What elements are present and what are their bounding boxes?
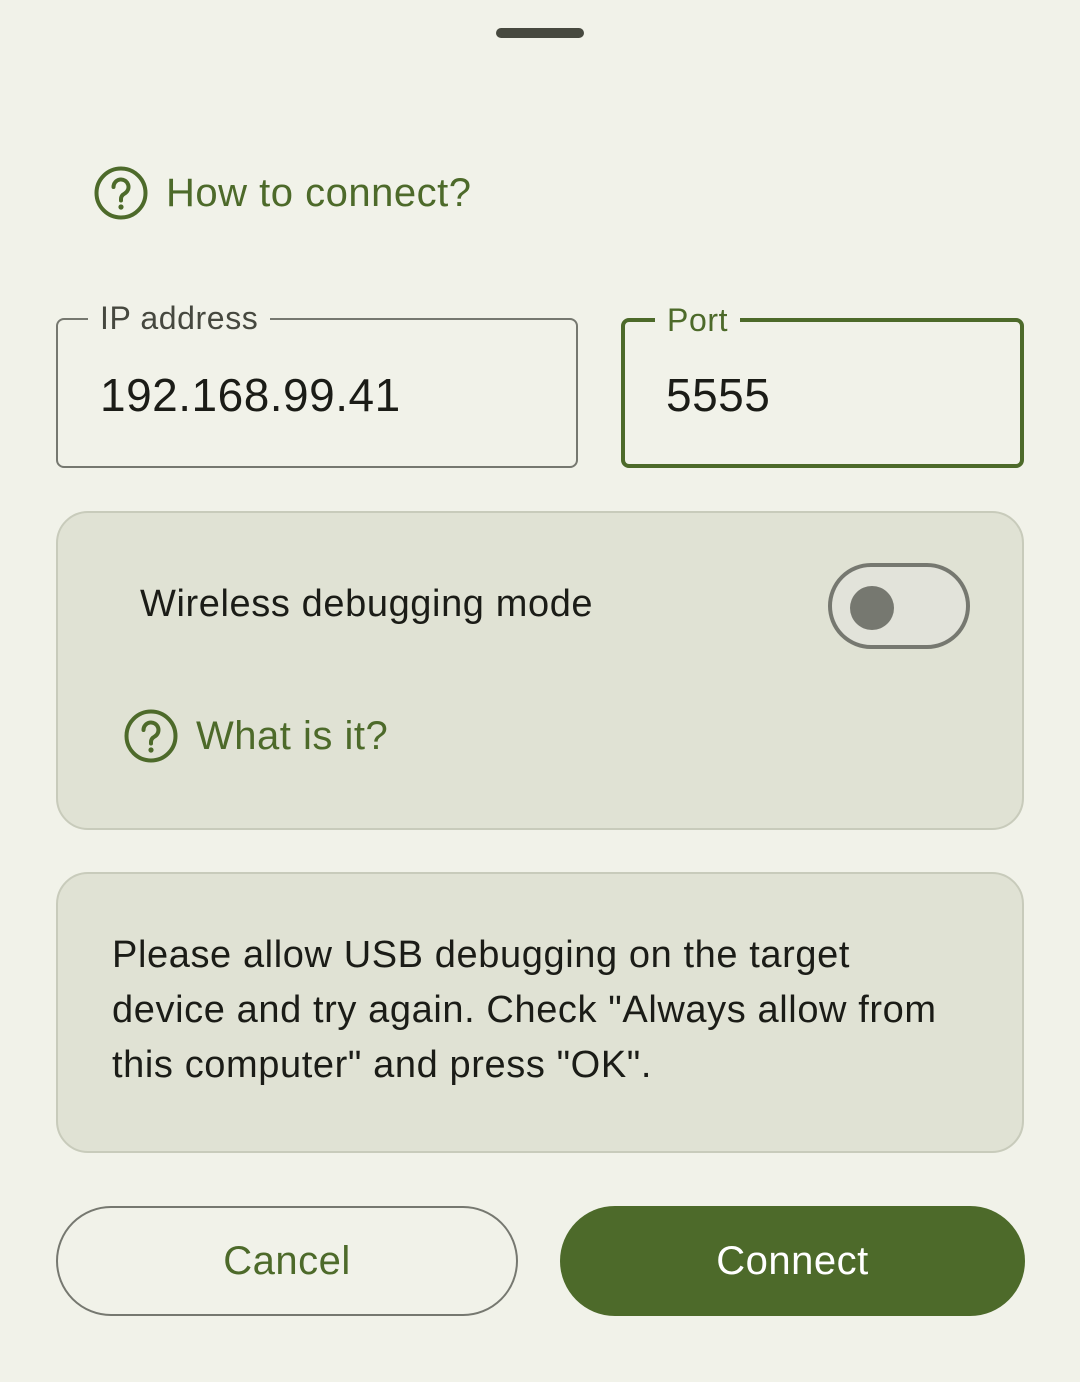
help-circle-icon <box>124 709 178 763</box>
connect-dialog-sheet: How to connect? IP address 192.168.99.41… <box>0 0 1080 1382</box>
port-label: Port <box>655 298 741 342</box>
connect-button[interactable]: Connect <box>560 1206 1025 1316</box>
ip-address-label: IP address <box>88 296 271 340</box>
wireless-debugging-toggle[interactable] <box>828 563 970 649</box>
cancel-button[interactable]: Cancel <box>56 1206 518 1316</box>
usb-debugging-message: Please allow USB debugging on the target… <box>112 934 937 1086</box>
ip-address-value[interactable]: 192.168.99.41 <box>100 368 401 422</box>
what-is-it-link[interactable]: What is it? <box>124 709 388 763</box>
help-circle-icon <box>94 166 148 220</box>
wireless-debugging-label: Wireless debugging mode <box>140 583 594 625</box>
ip-address-field[interactable]: IP address 192.168.99.41 <box>56 296 578 468</box>
port-value[interactable]: 5555 <box>666 368 770 422</box>
drag-handle[interactable] <box>496 28 584 38</box>
what-is-it-label: What is it? <box>196 713 389 758</box>
wireless-debugging-card: Wireless debugging mode What is it? <box>56 511 1024 830</box>
toggle-thumb <box>850 586 894 630</box>
port-field[interactable]: Port 5555 <box>621 298 1024 468</box>
how-to-connect-link[interactable]: How to connect? <box>94 166 471 220</box>
usb-debugging-message-card: Please allow USB debugging on the target… <box>56 872 1024 1153</box>
how-to-connect-label: How to connect? <box>166 170 472 215</box>
